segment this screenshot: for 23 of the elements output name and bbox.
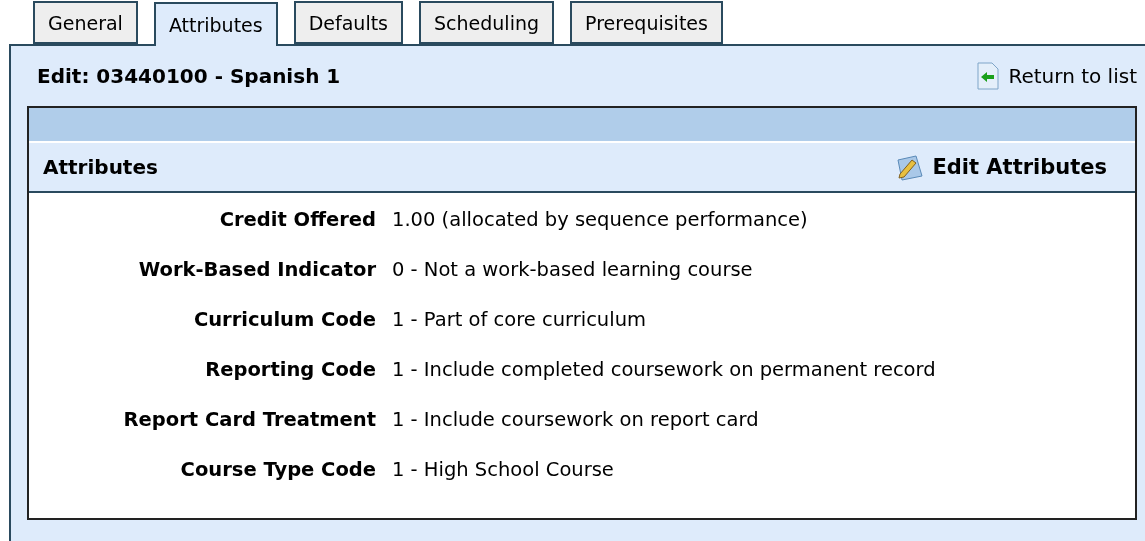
field-value: 1.00 (allocated by sequence performance) [392, 207, 809, 233]
field-label: Report Card Treatment [122, 407, 376, 433]
return-link[interactable]: Return to list [976, 62, 1137, 90]
field-value: 1 - Part of core curriculum [392, 307, 647, 333]
section-title: Attributes [43, 155, 158, 179]
field-label: Credit Offered [218, 207, 376, 233]
field-value: 1 - Include coursework on report card [392, 407, 760, 433]
field-label: Curriculum Code [192, 307, 376, 333]
edit-pencil-icon [894, 152, 925, 182]
tab[interactable]: Scheduling [419, 1, 555, 44]
page-title: Edit: 03440100 - Spanish 1 [37, 64, 341, 88]
field-label: Course Type Code [179, 457, 376, 483]
tab[interactable]: General [33, 1, 138, 44]
tab[interactable]: Defaults [293, 1, 403, 44]
field-value: 0 - Not a work-based learning course [392, 257, 754, 283]
field-label: Work-Based Indicator [137, 257, 376, 283]
edit-attributes-button[interactable]: Edit Attributes [894, 152, 1107, 182]
tab[interactable]: Prerequisites [570, 1, 723, 44]
back-arrow-icon [976, 62, 1001, 90]
field-value: 1 - Include completed coursework on permanent record [392, 357, 937, 383]
tab[interactable]: Attributes [153, 2, 278, 46]
field-value: 1 - High School Course [392, 457, 615, 483]
field-label: Reporting Code [204, 357, 376, 383]
